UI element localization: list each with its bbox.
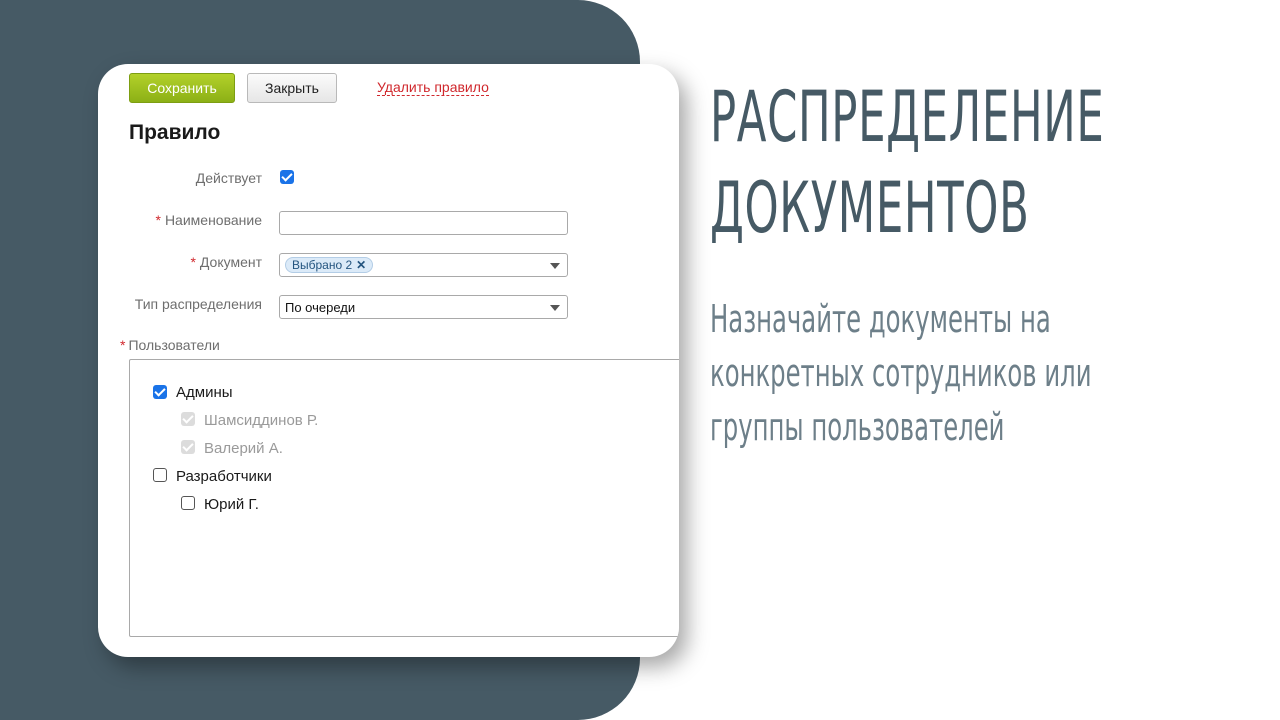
required-mark: * (190, 254, 196, 270)
chevron-down-icon[interactable] (550, 263, 560, 269)
close-x-icon[interactable]: ✕ (356, 258, 366, 272)
users-label: * Пользователи (120, 337, 220, 353)
tag-label: Выбрано 2 (292, 258, 353, 272)
distribution-type-value: По очереди (285, 300, 356, 315)
group-checkbox-developers[interactable] (153, 468, 167, 482)
active-label: Действует (195, 170, 262, 186)
name-input[interactable] (279, 211, 568, 235)
save-button[interactable]: Сохранить (129, 73, 235, 103)
tree-item-label: Админы (176, 384, 233, 401)
tree-item-label: Юрий Г. (204, 496, 259, 513)
form-title: Правило (129, 121, 221, 144)
active-checkbox[interactable] (280, 170, 294, 184)
close-button[interactable]: Закрыть (247, 73, 337, 103)
user-checkbox-shamsiddinov (181, 412, 195, 426)
name-label: * Наименование (155, 212, 262, 228)
distribution-type-select[interactable]: По очереди (279, 295, 568, 319)
selected-documents-tag: Выбрано 2 ✕ (285, 257, 374, 273)
tree-item-label: Разработчики (176, 468, 272, 485)
required-mark: * (120, 337, 126, 353)
rule-form-card: Сохранить Закрыть Удалить правило Правил… (98, 64, 679, 657)
distribution-type-label: Тип распределения (134, 296, 262, 312)
tree-item-label: Шамсиддинов Р. (204, 412, 319, 429)
document-select[interactable]: Выбрано 2 ✕ (279, 253, 568, 277)
chevron-down-icon[interactable] (550, 305, 560, 311)
group-checkbox-admins[interactable] (153, 385, 167, 399)
document-label: * Документ (190, 254, 262, 270)
delete-rule-link[interactable]: Удалить правило (377, 79, 489, 96)
tree-item-label: Валерий А. (204, 440, 283, 457)
hero-subtitle: Назначайте документы на конкретных сотру… (710, 297, 1092, 449)
user-checkbox-yuriy[interactable] (181, 496, 195, 510)
users-tree: Админы Шамсиддинов Р. Валерий А. Разрабо… (129, 359, 679, 637)
required-mark: * (155, 212, 161, 228)
user-checkbox-valeriy (181, 440, 195, 454)
hero-title: РАСПРЕДЕЛЕНИЕ ДОКУМЕНТОВ (710, 76, 1105, 249)
